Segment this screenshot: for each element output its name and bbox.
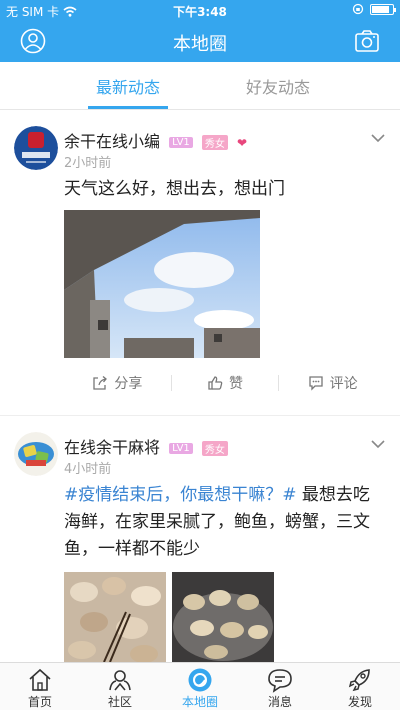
nav-bar: 本地圈 (0, 20, 400, 62)
clock: 下午3:48 (173, 5, 227, 19)
clams-image (64, 572, 166, 662)
camera-icon[interactable] (354, 28, 380, 54)
post-username[interactable]: 余干在线小编 LV1 秀女 ❤ (64, 128, 247, 152)
discover-icon (348, 669, 370, 692)
username-text: 在线余干麻将 (64, 438, 161, 457)
post-photo[interactable] (64, 210, 260, 358)
chevron-down-icon[interactable] (370, 438, 386, 450)
community-icon (109, 670, 131, 691)
post-content: 天气这么好，想出去，想出门 (64, 179, 285, 199)
tabbar-label: 首页 (27, 695, 52, 709)
tabbar-home[interactable]: 首页 (0, 665, 80, 710)
message-icon (268, 669, 292, 693)
heart-badge-icon: ❤ (236, 135, 248, 150)
tabbar-label: 消息 (267, 695, 292, 709)
share-icon (93, 376, 108, 390)
status-bar: 无 SIM 卡 下午3:48 (0, 0, 400, 20)
scallops-image (172, 572, 274, 662)
post-actions: 分享 赞 评论 (64, 366, 386, 400)
level-badge: LV1 (169, 443, 193, 454)
post-time: 2小时前 (64, 156, 112, 171)
like-button[interactable]: 赞 (172, 373, 279, 393)
chevron-down-icon[interactable] (370, 132, 386, 144)
post-username[interactable]: 在线余干麻将 LV1 秀女 (64, 434, 228, 458)
share-label: 分享 (114, 376, 143, 392)
feed-tabs: 最新动态 好友动态 (0, 62, 400, 110)
tabbar-discover[interactable]: 发现 (320, 665, 400, 710)
tabbar-local-circle[interactable]: 本地圈 (160, 665, 240, 710)
status-right (352, 3, 396, 15)
tab-friends[interactable]: 好友动态 (208, 74, 348, 98)
avatar-image (14, 432, 58, 476)
post-content: #疫情结束后，你最想干嘛？# 最想去吃海鲜，在家里呆腻了，鲍鱼，螃蟹，三文鱼，一… (64, 482, 386, 563)
post-photo[interactable] (172, 572, 274, 662)
page-title: 本地圈 (173, 34, 227, 55)
tabbar-label: 发现 (347, 695, 372, 709)
active-tab-indicator (88, 106, 168, 109)
like-label: 赞 (229, 376, 243, 392)
rotation-lock-icon (352, 3, 364, 15)
comment-icon (309, 376, 323, 391)
gender-badge: 秀女 (201, 135, 228, 150)
avatar[interactable] (14, 432, 58, 476)
bottom-tab-bar: 首页 社区 本地圈 消息 发现 (0, 662, 400, 710)
thumbs-up-icon (208, 376, 223, 390)
tabbar-label: 社区 (107, 695, 132, 709)
post-photo[interactable] (64, 572, 166, 662)
battery-icon (370, 3, 396, 15)
feed-list[interactable]: 余干在线小编 LV1 秀女 ❤ 2小时前 天气这么好，想出去，想出门 分享 赞 … (0, 110, 400, 662)
post-time: 4小时前 (64, 462, 112, 477)
post-card[interactable]: 余干在线小编 LV1 秀女 ❤ 2小时前 天气这么好，想出去，想出门 分享 赞 … (0, 110, 400, 416)
tabbar-messages[interactable]: 消息 (240, 665, 320, 710)
comment-button[interactable]: 评论 (279, 373, 386, 393)
home-icon (29, 668, 51, 691)
share-button[interactable]: 分享 (64, 373, 171, 393)
comment-label: 评论 (329, 376, 358, 392)
local-circle-icon (188, 668, 212, 692)
tabbar-label: 本地圈 (181, 695, 218, 709)
tabbar-community[interactable]: 社区 (80, 665, 160, 710)
tab-latest[interactable]: 最新动态 (58, 74, 198, 98)
gender-badge: 秀女 (201, 441, 228, 456)
avatar[interactable] (14, 126, 58, 170)
avatar-image (14, 126, 58, 170)
sky-building-image (64, 210, 260, 358)
username-text: 余干在线小编 (64, 132, 161, 151)
topic-link[interactable]: #疫情结束后，你最想干嘛？# (64, 485, 297, 505)
level-badge: LV1 (169, 137, 193, 148)
